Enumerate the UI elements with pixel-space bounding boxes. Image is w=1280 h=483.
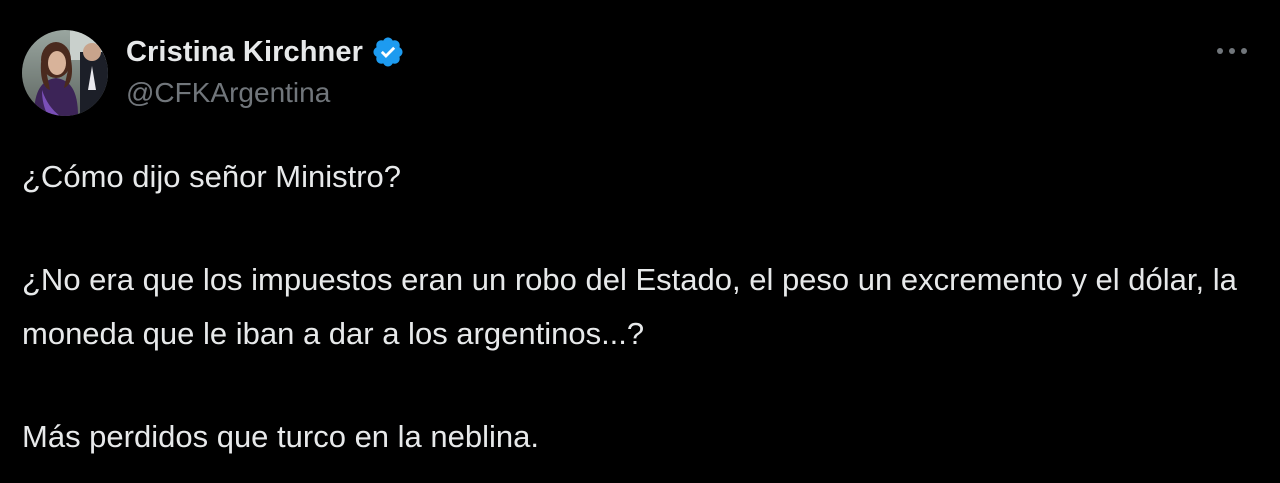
verified-badge-icon[interactable]	[371, 35, 405, 69]
tweet: Cristina Kirchner @CFKArgentina ¿Cómo di…	[0, 0, 1280, 483]
avatar-photo	[22, 30, 108, 116]
tweet-paragraph: Más perdidos que turco en la neblina.	[22, 419, 539, 454]
tweet-paragraph: ¿No era que los impuestos eran un robo d…	[22, 262, 1237, 351]
tweet-paragraph: ¿Cómo dijo señor Ministro?	[22, 159, 402, 194]
more-options-icon[interactable]	[1212, 36, 1252, 66]
author-display-name[interactable]: Cristina Kirchner	[126, 36, 363, 69]
author-row: Cristina Kirchner	[126, 32, 405, 72]
author-handle[interactable]: @CFKArgentina	[126, 77, 330, 109]
avatar[interactable]	[22, 30, 108, 116]
